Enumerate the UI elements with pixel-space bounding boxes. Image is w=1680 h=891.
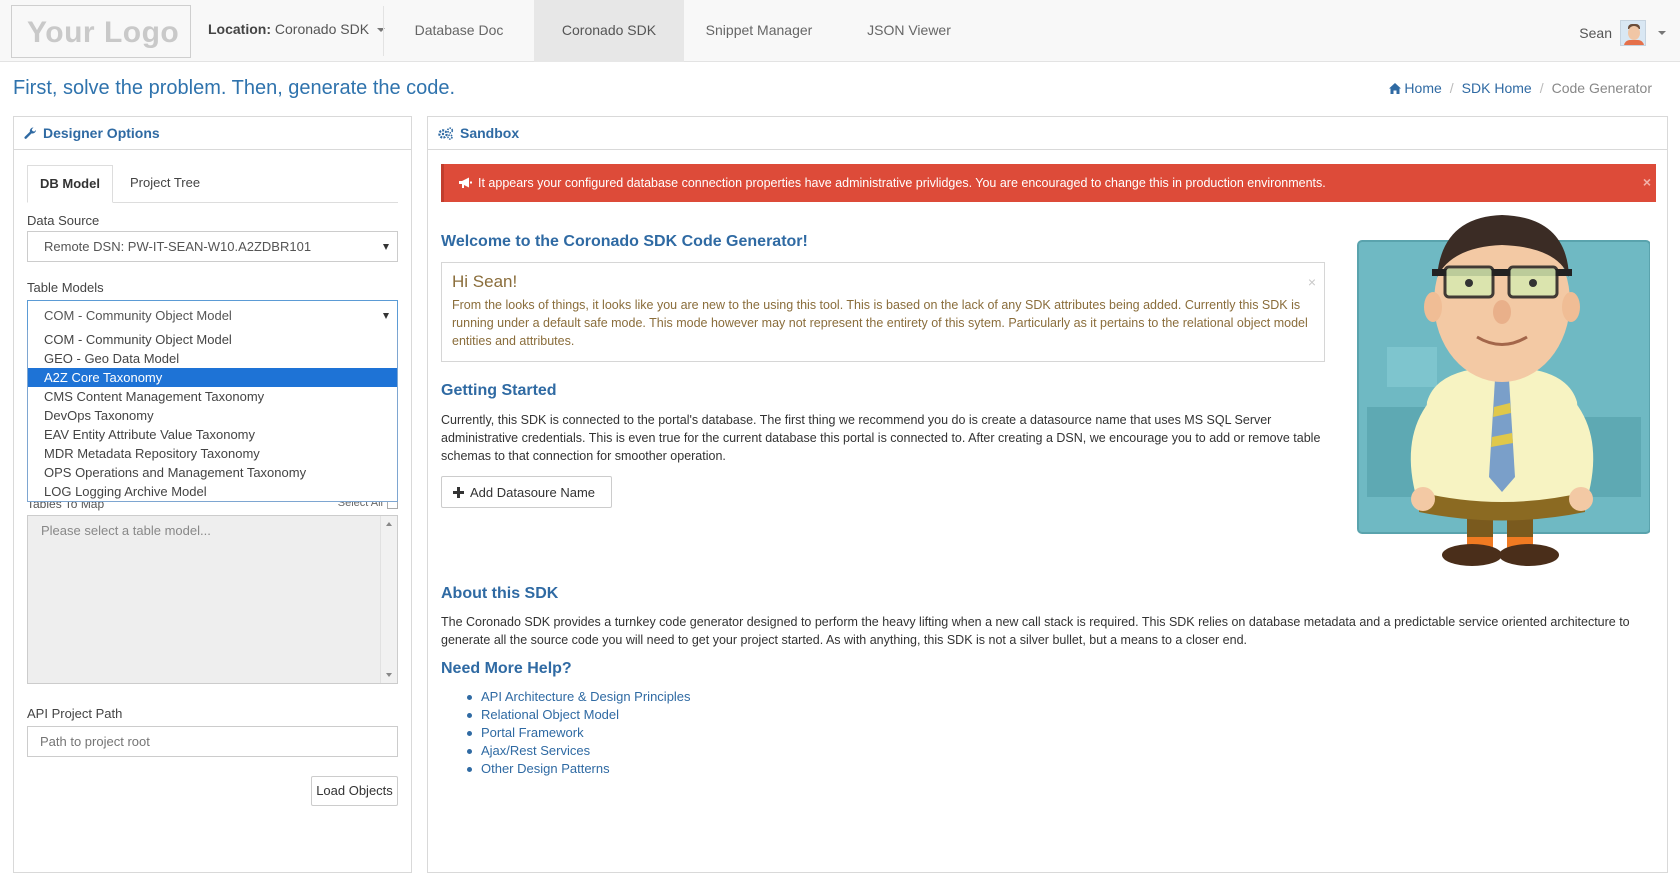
breadcrumb: Home / SDK Home / Code Generator [1389,80,1652,96]
scroll-up-icon[interactable] [386,522,392,526]
about-text: The Coronado SDK provides a turnkey code… [441,615,1630,647]
alert-text: It appears your configured database conn… [478,176,1326,190]
scrollbar[interactable] [380,516,397,683]
dropdown-option[interactable]: CMS Content Management Taxonomy [28,387,397,406]
dropdown-option[interactable]: LOG Logging Archive Model [28,482,397,501]
logo[interactable]: Your Logo [11,5,191,58]
help-link[interactable]: Relational Object Model [467,706,691,724]
about-title: About this SDK [441,585,559,602]
table-models-label: Table Models [27,280,104,295]
tab-json-viewer[interactable]: JSON Viewer [834,0,984,62]
scroll-down-icon[interactable] [386,673,392,677]
tab-database-doc[interactable]: Database Doc [384,0,534,62]
table-models-dropdown: COM - Community Object Model GEO - Geo D… [27,330,398,502]
location-value: Coronado SDK [274,21,370,37]
sandbox-heading: Sandbox [428,117,1667,150]
help-link[interactable]: Ajax/Rest Services [467,742,691,760]
close-icon[interactable]: × [1643,174,1651,190]
welcome-title: Welcome to the Coronado SDK Code Generat… [441,233,808,250]
bullhorn-icon [459,177,472,188]
tab-coronado-sdk[interactable]: Coronado SDK [534,0,684,62]
top-navbar: Your Logo Location: Coronado SDK Databas… [0,0,1680,62]
designer-options-panel: Designer Options DB Model Project Tree D… [13,116,412,873]
location-label: Location: [208,21,271,37]
add-datasource-button[interactable]: Add Datasoure Name [441,476,612,508]
close-icon[interactable]: × [1308,274,1316,290]
admin-warning-alert: It appears your configured database conn… [441,164,1656,202]
data-source-value: Remote DSN: PW-IT-SEAN-W10.A2ZDBR101 [44,239,312,254]
getting-started-title: Getting Started [441,382,557,399]
designer-tabs: DB Model Project Tree [27,165,398,203]
tab-project-tree[interactable]: Project Tree [118,165,212,203]
designer-options-heading: Designer Options [14,117,411,150]
breadcrumb-separator: / [1539,80,1544,96]
help-link[interactable]: API Architecture & Design Principles [467,688,691,706]
tables-to-map-list[interactable]: Please select a table model... [27,515,398,684]
api-path-input[interactable] [27,726,398,757]
breadcrumb-separator: / [1449,80,1454,96]
dropdown-option[interactable]: OPS Operations and Management Taxonomy [28,463,397,482]
add-datasource-label: Add Datasoure Name [470,484,596,500]
help-link[interactable]: Other Design Patterns [467,760,691,778]
location-dropdown[interactable]: Location: Coronado SDK [208,21,385,37]
help-link[interactable]: Portal Framework [467,724,691,742]
breadcrumb-home-label: Home [1404,80,1442,96]
data-source-select[interactable]: Remote DSN: PW-IT-SEAN-W10.A2ZDBR101 [27,231,398,262]
greeting: Hi Sean! [452,272,518,291]
sandbox-title: Sandbox [460,125,520,141]
load-objects-button[interactable]: Load Objects [311,776,398,806]
data-source-label: Data Source [27,213,100,228]
user-name: Sean [1579,25,1612,41]
chevron-down-icon [383,244,389,250]
breadcrumb-home[interactable]: Home [1389,80,1442,96]
tab-snippet-manager[interactable]: Snippet Manager [684,0,834,62]
welcome-message: From the looks of things, it looks like … [452,298,1308,348]
designer-options-title: Designer Options [43,125,160,141]
table-models-value: COM - Community Object Model [44,308,232,323]
gears-icon [438,126,454,140]
breadcrumb-sdk-home[interactable]: SDK Home [1462,80,1532,96]
help-title: Need More Help? [441,660,572,677]
user-menu[interactable]: Sean [1579,18,1666,48]
getting-started-text: Currently, this SDK is connected to the … [441,413,1321,463]
dropdown-option[interactable]: EAV Entity Attribute Value Taxonomy [28,425,397,444]
dropdown-option[interactable]: GEO - Geo Data Model [28,349,397,368]
page-title: First, solve the problem. Then, generate… [13,77,456,99]
chevron-down-icon [1658,31,1666,35]
chevron-down-icon [383,313,389,319]
dropdown-option[interactable]: MDR Metadata Repository Taxonomy [28,444,397,463]
tab-db-model[interactable]: DB Model [27,165,113,203]
dropdown-option[interactable]: DevOps Taxonomy [28,406,397,425]
welcome-message-box: Hi Sean! From the looks of things, it lo… [441,262,1325,362]
tables-placeholder: Please select a table model... [41,523,211,538]
breadcrumb-current: Code Generator [1551,80,1652,96]
developer-mascot-illustration [1357,215,1650,566]
plus-icon [453,486,464,498]
table-models-select[interactable]: COM - Community Object Model [27,300,398,331]
avatar [1620,20,1646,46]
dropdown-option-highlighted[interactable]: A2Z Core Taxonomy [28,368,397,387]
home-icon [1389,83,1402,94]
dropdown-option[interactable]: COM - Community Object Model [28,330,397,349]
wrench-icon [24,126,37,139]
help-links: API Architecture & Design Principles Rel… [441,688,691,778]
api-path-label: API Project Path [27,706,123,721]
